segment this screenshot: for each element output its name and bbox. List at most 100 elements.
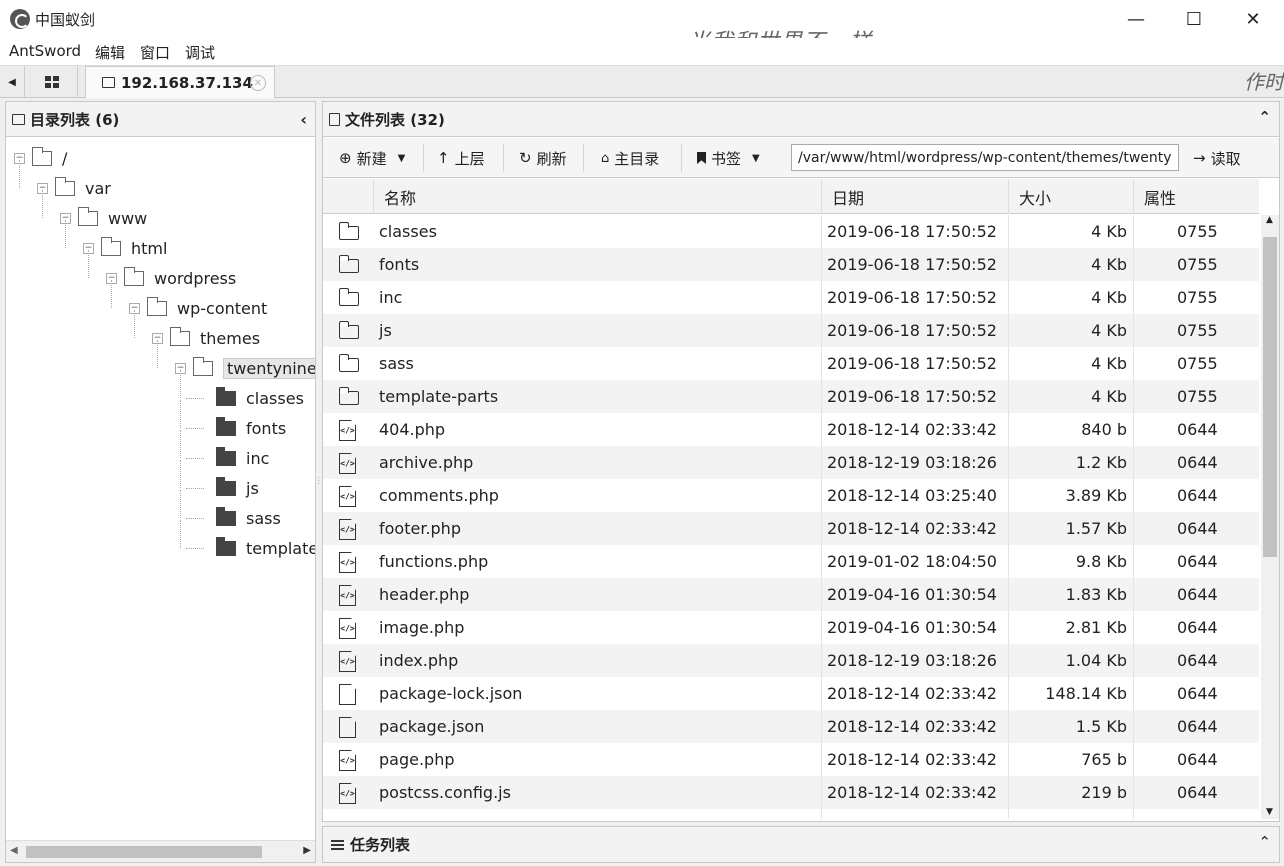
file-date: 2019-01-02 18:04:50: [827, 552, 997, 571]
scrollbar-thumb[interactable]: [26, 846, 262, 858]
bookmark-button[interactable]: 书签 ▼: [697, 146, 760, 170]
tree-node[interactable]: var: [55, 176, 111, 200]
tab-home[interactable]: [26, 66, 78, 98]
caret-down-icon: ▼: [752, 152, 760, 164]
tab-host[interactable]: 192.168.37.134 ✕: [85, 66, 275, 98]
new-button[interactable]: ⊕ 新建 ▼: [339, 146, 405, 170]
tree-node[interactable]: fonts: [216, 416, 286, 440]
collapse-up-icon[interactable]: ⌃: [1258, 108, 1271, 126]
file-row[interactable]: </> postcss.config.js 2018-12-14 02:33:42 2…: [323, 776, 1259, 809]
column-header-attr[interactable]: 属性: [1133, 179, 1259, 214]
vertical-scrollbar[interactable]: ▲ ▼: [1261, 215, 1279, 819]
tree-node[interactable]: classes: [216, 386, 304, 410]
file-date: 2019-04-16 01:30:54: [827, 618, 997, 637]
folder-icon: [338, 354, 359, 372]
file-attr: 0755: [1177, 255, 1218, 274]
tree-node[interactable]: html: [101, 236, 167, 260]
file-row[interactable]: package-lock.json 2018-12-14 02:33:42 148.…: [323, 677, 1259, 710]
path-input[interactable]: [791, 144, 1179, 171]
file-row[interactable]: fonts 2019-06-18 17:50:52 4 Kb 0755: [323, 248, 1259, 281]
file-attr: 0755: [1177, 354, 1218, 373]
up-button[interactable]: ↑ 上层: [437, 146, 485, 170]
file-row[interactable]: sass 2019-06-18 17:50:52 4 Kb 0755: [323, 347, 1259, 380]
file-row[interactable]: inc 2019-06-18 17:50:52 4 Kb 0755: [323, 281, 1259, 314]
folder-icon: [338, 321, 359, 339]
file-row[interactable]: </> comments.php 2018-12-14 03:25:40 3.89 K…: [323, 479, 1259, 512]
scroll-down-icon[interactable]: ▼: [1266, 807, 1273, 817]
collapse-left-icon[interactable]: ‹: [300, 110, 307, 129]
tree-node[interactable]: inc: [216, 446, 269, 470]
file-row[interactable]: classes 2019-06-18 17:50:52 4 Kb 0755: [323, 215, 1259, 248]
file-row[interactable]: </> archive.php 2018-12-19 03:18:26 1.2 Kb 0…: [323, 446, 1259, 479]
tree-node-label: html: [131, 238, 168, 258]
tree-node[interactable]: js: [216, 476, 259, 500]
file-date: 2019-06-18 17:50:52: [827, 222, 997, 241]
file-row[interactable]: </> page.php 2018-12-14 02:33:42 765 b 0644: [323, 743, 1259, 776]
scroll-right-icon[interactable]: ▶: [303, 845, 311, 856]
tree-node[interactable]: wp-content: [147, 296, 267, 320]
refresh-button[interactable]: ↻ 刷新: [519, 146, 567, 170]
scrollbar-thumb[interactable]: [1263, 237, 1277, 557]
file-date: 2018-12-14 03:25:40: [827, 486, 997, 505]
file-row[interactable]: js 2019-06-18 17:50:52 4 Kb 0755: [323, 314, 1259, 347]
menu-antsword[interactable]: AntSword: [9, 42, 81, 60]
close-button[interactable]: ✕: [1224, 0, 1282, 38]
scroll-left-icon[interactable]: ◀: [10, 845, 18, 856]
file-panel: 文件列表 (32) ⌃ ⊕ 新建 ▼ ↑ 上层 ↻ 刷新 ⌂ 主目录 书签 ▼: [322, 101, 1280, 822]
file-row[interactable]: </> functions.php 2019-01-02 18:04:50 9.8 K…: [323, 545, 1259, 578]
file-attr: 0644: [1177, 750, 1218, 769]
maximize-button[interactable]: ☐: [1165, 0, 1223, 38]
read-button[interactable]: → 读取: [1193, 146, 1241, 170]
tree-node-label: twentyninetee: [223, 357, 315, 379]
file-name: package-lock.json: [379, 684, 523, 703]
minimize-button[interactable]: —: [1107, 0, 1165, 38]
tree-node[interactable]: sass: [216, 506, 281, 530]
file-name: template-parts: [379, 387, 499, 406]
file-date: 2018-12-14 02:33:42: [827, 783, 997, 802]
file-name: classes: [379, 222, 437, 241]
tree-node-label: var: [85, 178, 111, 198]
tree-node[interactable]: themes: [170, 326, 260, 350]
scroll-up-icon[interactable]: ▲: [1266, 215, 1273, 225]
directory-panel: 目录列表 (6) ‹ − / − var − www − html − wordpress − wp-…: [5, 101, 316, 863]
home-button-label: 主目录: [614, 149, 660, 168]
file-icon: [339, 717, 356, 738]
column-header-date[interactable]: 日期: [821, 179, 1008, 214]
file-row[interactable]: </> image.php 2019-04-16 01:30:54 2.81 Kb 06…: [323, 611, 1259, 644]
minimize-icon: —: [1127, 8, 1145, 30]
menu-edit[interactable]: 编辑: [95, 42, 125, 63]
column-header-size[interactable]: 大小: [1008, 179, 1133, 214]
home-button[interactable]: ⌂ 主目录: [601, 146, 659, 170]
file-date: 2019-04-16 01:30:54: [827, 585, 997, 604]
horizontal-scrollbar[interactable]: ◀ ▶: [6, 840, 315, 862]
file-size: 840 b: [1081, 420, 1127, 439]
menu-bar: AntSword 编辑 窗口 调试: [0, 38, 1284, 66]
file-date: 2019-06-18 17:50:52: [827, 288, 997, 307]
tree-node[interactable]: /: [32, 146, 67, 170]
file-row[interactable]: template-parts 2019-06-18 17:50:52 4 Kb 075…: [323, 380, 1259, 413]
file-row[interactable]: </> header.php 2019-04-16 01:30:54 1.83 Kb 0…: [323, 578, 1259, 611]
tree-node[interactable]: www: [78, 206, 147, 230]
tree-node-label: classes: [246, 388, 304, 408]
tab-scroll-left-icon[interactable]: ◀: [0, 66, 25, 98]
menu-debug[interactable]: 调试: [185, 42, 215, 63]
file-row[interactable]: </> index.php 2018-12-19 03:18:26 1.04 Kb 06…: [323, 644, 1259, 677]
tree-node[interactable]: twentyninetee: [193, 356, 315, 380]
read-button-label: 读取: [1210, 149, 1241, 168]
expand-up-icon[interactable]: ⌃: [1258, 833, 1271, 851]
tab-close-icon[interactable]: ✕: [250, 75, 266, 91]
directory-panel-header: 目录列表 (6) ‹: [6, 102, 315, 137]
file-attr: 0644: [1177, 684, 1218, 703]
code-file-icon: </>: [339, 750, 356, 771]
file-row[interactable]: </> footer.php 2018-12-14 02:33:42 1.57 Kb 0…: [323, 512, 1259, 545]
file-name: archive.php: [379, 453, 474, 472]
tree-node[interactable]: template-p: [216, 536, 315, 560]
menu-window[interactable]: 窗口: [140, 42, 170, 63]
file-row[interactable]: package.json 2018-12-14 02:33:42 1.5 Kb 064…: [323, 710, 1259, 743]
tree-node[interactable]: wordpress: [124, 266, 236, 290]
folder-open-icon: [101, 236, 121, 256]
file-row[interactable]: </> 404.php 2018-12-14 02:33:42 840 b 0644: [323, 413, 1259, 446]
column-header-name[interactable]: 名称: [373, 179, 821, 214]
folder-open-icon: [147, 296, 167, 316]
file-name: inc: [379, 288, 403, 307]
